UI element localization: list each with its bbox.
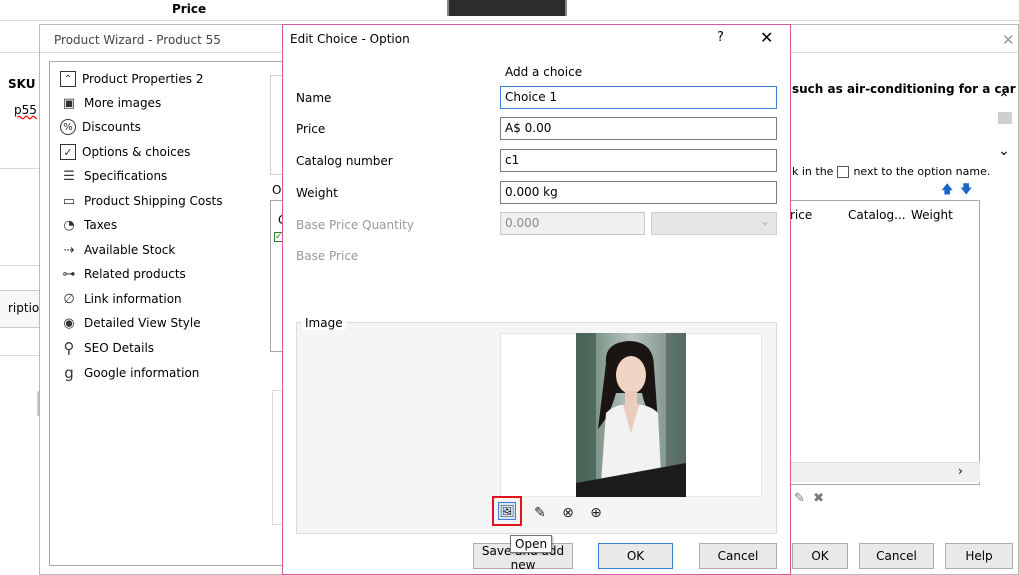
edit-icon[interactable]: ✎ (794, 491, 805, 506)
nav-item-seo-details[interactable]: ⚲ SEO Details (60, 337, 155, 359)
nav-item-label: Detailed View Style (84, 316, 201, 330)
divider (0, 168, 40, 169)
delete-icon[interactable]: ✖ (813, 491, 824, 506)
horizontal-scrollbar[interactable] (790, 462, 980, 482)
divider (0, 20, 1019, 21)
nav-item-options-choices[interactable]: ✓ Options & choices (60, 141, 190, 163)
option-instruction-text: k in the next to the option name. (792, 165, 990, 178)
dialog-title: Edit Choice - Option (290, 32, 410, 46)
choices-grid[interactable] (790, 200, 980, 485)
clear-image-icon[interactable]: ⊗ (558, 503, 578, 523)
nav-item-label: Taxes (84, 218, 118, 232)
choice-image (576, 333, 686, 497)
image-toolbar: 🖼 ✎ ⊗ ⊕ (492, 496, 606, 526)
nav-item-label: Google information (84, 366, 200, 380)
wizard-help-button[interactable]: Help (945, 543, 1013, 569)
scroll-up-icon[interactable]: ⌃ (998, 91, 1010, 107)
divider (0, 265, 40, 266)
wizard-close-icon[interactable]: ✕ (1002, 31, 1015, 49)
nav-item-label: Discounts (82, 120, 141, 134)
nav-item-product-properties[interactable]: ⌃ Product Properties 2 (60, 68, 203, 90)
search-icon: ⚲ (63, 339, 75, 357)
base-price-label: Base Price (296, 249, 359, 263)
close-icon[interactable]: ✕ (760, 28, 773, 47)
main-product-image (447, 0, 567, 16)
nav-item-label: Specifications (84, 169, 168, 183)
properties-icon: ⌃ (60, 71, 76, 87)
grid-tools: ✎ ✖ (794, 491, 824, 506)
scroll-down-icon[interactable]: ⌄ (998, 143, 1010, 159)
nav-item-label: Link information (84, 292, 182, 306)
stock-icon: ⇢ (63, 242, 75, 258)
wizard-ok-button[interactable]: OK (792, 543, 848, 569)
nav-item-specifications[interactable]: ☰ Specifications (60, 165, 167, 187)
weight-label: Weight (296, 186, 338, 200)
open-image-button[interactable]: 🖼 (492, 496, 522, 526)
dialog-subtitle: Add a choice (505, 65, 583, 79)
column-header-weight[interactable]: Weight (911, 208, 953, 222)
catalog-number-input[interactable]: c1 (500, 149, 777, 172)
list-icon: ☰ (63, 168, 75, 184)
nav-item-label: SEO Details (84, 341, 155, 355)
ok-button[interactable]: OK (598, 543, 673, 569)
nav-item-more-images[interactable]: ▣ More images (60, 92, 161, 114)
pie-chart-icon: ◔ (63, 217, 75, 233)
instruction-part: next to the option name. (853, 165, 991, 178)
cancel-button[interactable]: Cancel (699, 543, 777, 569)
google-icon: g (64, 364, 74, 382)
price-field-label: Price (296, 122, 326, 136)
name-label: Name (296, 91, 332, 105)
column-header-catalog[interactable]: Catalog... (848, 208, 906, 222)
link-icon: ∅ (63, 291, 75, 307)
checkbox-sample-icon (837, 166, 850, 178)
shipping-icon: ▭ (62, 193, 76, 209)
sku-value[interactable]: p55 (14, 103, 37, 117)
name-input[interactable]: Choice 1 (500, 86, 777, 109)
move-down-icon[interactable]: 🡇 (960, 180, 972, 201)
instruction-part: k in the (792, 165, 834, 178)
move-up-icon[interactable]: 🡅 (941, 180, 953, 201)
price-input[interactable]: A$ 0.00 (500, 117, 777, 140)
nav-item-related-products[interactable]: ⊶ Related products (60, 263, 186, 285)
nav-item-label: Product Properties 2 (82, 72, 204, 86)
hierarchy-icon: ⊶ (62, 266, 76, 282)
nav-item-label: Product Shipping Costs (84, 194, 223, 208)
option-hint-text: such as air-conditioning for a car (792, 82, 1016, 96)
checkbox-icon: ✓ (60, 144, 76, 160)
weight-input[interactable]: 0.000 kg (500, 181, 777, 204)
nav-item-detailed-view-style[interactable]: ◉ Detailed View Style (60, 312, 201, 334)
divider (0, 355, 40, 356)
unit-select (651, 212, 777, 235)
zoom-in-icon[interactable]: ⊕ (586, 503, 606, 523)
nav-item-shipping-costs[interactable]: ▭ Product Shipping Costs (60, 190, 223, 212)
nav-item-google-information[interactable]: g Google information (60, 362, 199, 384)
catalog-number-label: Catalog number (296, 154, 393, 168)
discount-icon: % (60, 119, 76, 135)
base-price-quantity-label: Base Price Quantity (296, 218, 414, 232)
nav-item-link-information[interactable]: ∅ Link information (60, 288, 182, 310)
price-label: Price (172, 2, 207, 16)
nav-item-discounts[interactable]: % Discounts (60, 116, 141, 138)
nav-item-label: Available Stock (84, 243, 176, 257)
eye-icon: ◉ (63, 315, 75, 331)
wizard-title: Product Wizard - Product 55 (54, 33, 221, 47)
image-icon: 🖼 (498, 502, 516, 520)
column-header-price[interactable]: rice (790, 208, 812, 222)
edit-image-icon[interactable]: ✎ (530, 503, 550, 523)
base-price-quantity-input: 0.000 (500, 212, 645, 235)
image-group-label: Image (302, 316, 346, 330)
nav-item-label: Related products (84, 267, 186, 281)
scrollbar-thumb[interactable] (998, 112, 1012, 124)
nav-item-available-stock[interactable]: ⇢ Available Stock (60, 239, 176, 261)
wizard-cancel-button[interactable]: Cancel (859, 543, 934, 569)
open-tooltip: Open (510, 535, 553, 553)
help-icon[interactable]: ? (717, 30, 724, 45)
scroll-right-icon[interactable]: › (958, 464, 963, 478)
divider (0, 52, 40, 53)
nav-item-label: More images (84, 96, 162, 110)
images-icon: ▣ (62, 95, 76, 111)
nav-item-label: Options & choices (82, 145, 191, 159)
nav-item-taxes[interactable]: ◔ Taxes (60, 214, 117, 236)
